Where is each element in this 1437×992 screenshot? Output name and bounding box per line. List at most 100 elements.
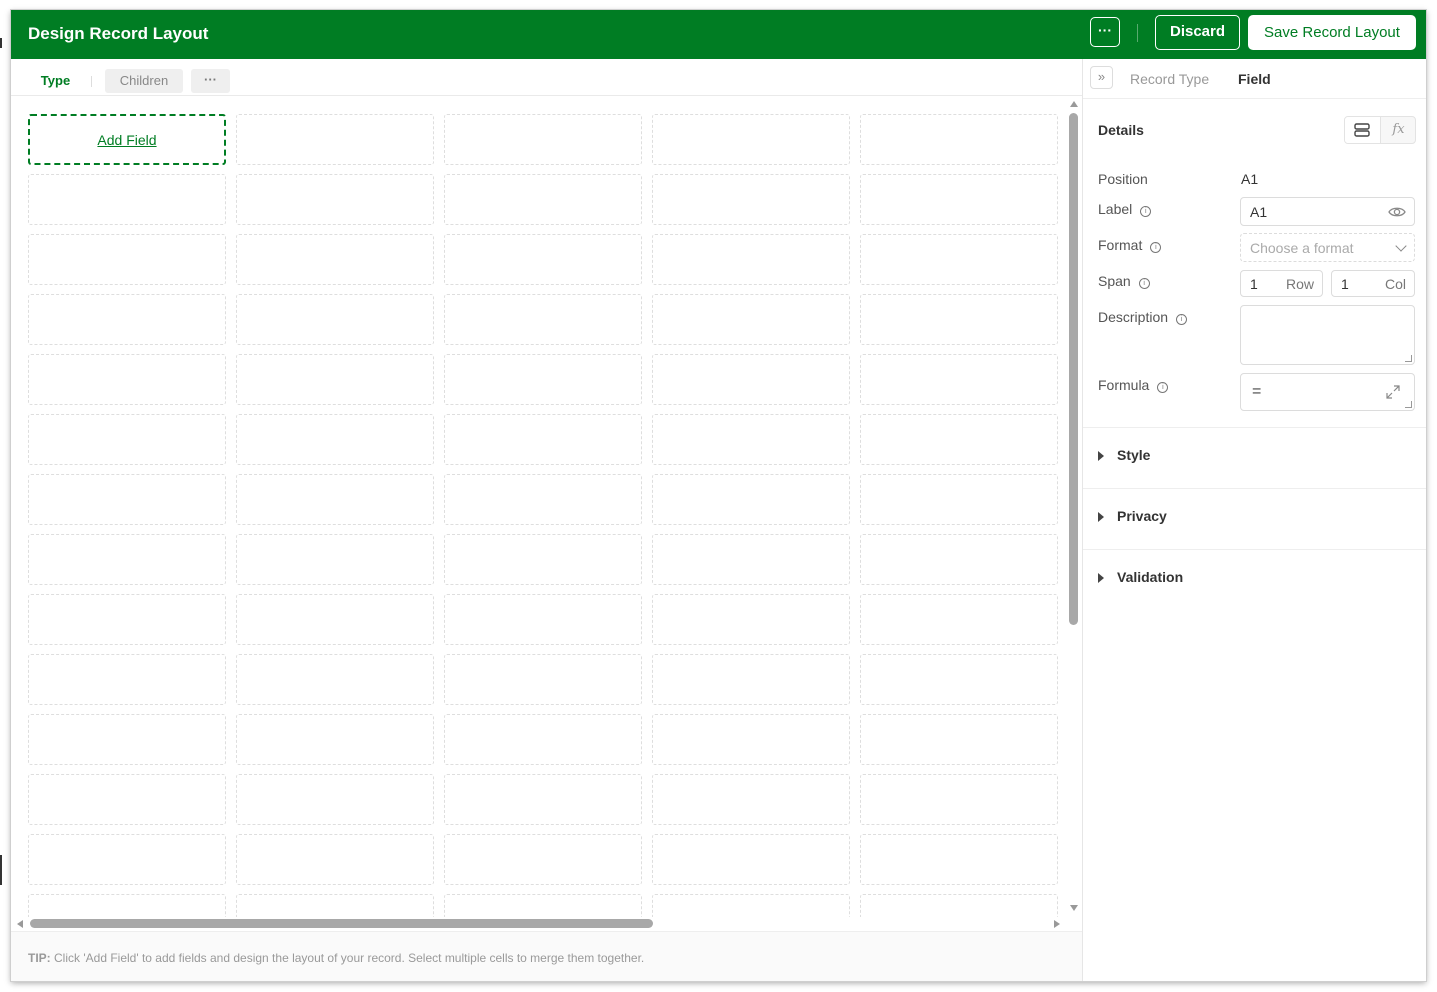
- grid-cell[interactable]: [28, 834, 226, 885]
- grid-cell[interactable]: [860, 354, 1058, 405]
- grid-cell[interactable]: [444, 714, 642, 765]
- breadcrumb-record-type[interactable]: Record Type: [1130, 71, 1209, 87]
- label-input[interactable]: A1: [1240, 197, 1415, 226]
- function-icon[interactable]: fx: [1381, 117, 1415, 143]
- grid-cell[interactable]: [444, 474, 642, 525]
- grid-cell[interactable]: [236, 774, 434, 825]
- scroll-up-arrow-icon[interactable]: [1070, 101, 1078, 107]
- grid-cell[interactable]: [860, 594, 1058, 645]
- grid-cell[interactable]: [28, 474, 226, 525]
- save-record-layout-button[interactable]: Save Record Layout: [1248, 15, 1416, 50]
- grid-cell[interactable]: [444, 114, 642, 165]
- rows-icon[interactable]: [1345, 117, 1381, 143]
- section-validation[interactable]: Validation: [1098, 569, 1418, 593]
- info-icon[interactable]: i: [1157, 382, 1169, 393]
- tab-more-button[interactable]: ···: [191, 69, 230, 93]
- vertical-scroll-thumb[interactable]: [1069, 113, 1078, 625]
- grid-cell[interactable]: [236, 894, 434, 917]
- grid-cell[interactable]: [652, 774, 850, 825]
- grid-cell[interactable]: [236, 534, 434, 585]
- add-field-link[interactable]: Add Field: [97, 132, 156, 148]
- grid-cell[interactable]: [236, 414, 434, 465]
- grid-cell[interactable]: [444, 594, 642, 645]
- grid-cell[interactable]: [860, 714, 1058, 765]
- scroll-down-arrow-icon[interactable]: [1070, 905, 1078, 911]
- grid-cell[interactable]: [236, 234, 434, 285]
- grid-cell[interactable]: [444, 414, 642, 465]
- tab-children[interactable]: Children: [105, 69, 183, 93]
- more-options-button[interactable]: ···: [1090, 17, 1120, 47]
- grid-cell[interactable]: [444, 174, 642, 225]
- grid-cell[interactable]: [28, 534, 226, 585]
- grid-cell[interactable]: [860, 834, 1058, 885]
- grid-cell[interactable]: [860, 474, 1058, 525]
- grid-cell[interactable]: [860, 774, 1058, 825]
- format-select[interactable]: Choose a format: [1240, 233, 1415, 262]
- section-privacy[interactable]: Privacy: [1098, 508, 1418, 532]
- grid-cell[interactable]: [652, 294, 850, 345]
- grid-cell[interactable]: [860, 234, 1058, 285]
- grid-cell[interactable]: [652, 654, 850, 705]
- grid-cell[interactable]: [652, 414, 850, 465]
- grid-cell[interactable]: [236, 594, 434, 645]
- info-icon[interactable]: i: [1138, 278, 1150, 289]
- add-field-cell[interactable]: Add Field: [28, 114, 226, 165]
- info-icon[interactable]: i: [1176, 314, 1188, 325]
- grid-cell[interactable]: [860, 894, 1058, 917]
- grid-cell[interactable]: [28, 354, 226, 405]
- grid-cell[interactable]: [652, 834, 850, 885]
- resize-handle-icon[interactable]: [1405, 401, 1412, 408]
- grid-cell[interactable]: [652, 114, 850, 165]
- grid-cell[interactable]: [28, 774, 226, 825]
- grid-cell[interactable]: [28, 234, 226, 285]
- section-style[interactable]: Style: [1098, 447, 1418, 471]
- tab-type[interactable]: Type: [28, 69, 83, 93]
- grid-cell[interactable]: [444, 894, 642, 917]
- grid-cell[interactable]: [236, 834, 434, 885]
- grid-cell[interactable]: [444, 294, 642, 345]
- grid-cell[interactable]: [652, 534, 850, 585]
- grid-cell[interactable]: [860, 534, 1058, 585]
- grid-cell[interactable]: [444, 534, 642, 585]
- grid-cell[interactable]: [652, 474, 850, 525]
- grid-cell[interactable]: [28, 414, 226, 465]
- grid-cell[interactable]: [860, 114, 1058, 165]
- discard-button[interactable]: Discard: [1155, 15, 1240, 50]
- grid-cell[interactable]: [860, 294, 1058, 345]
- grid-cell[interactable]: [444, 774, 642, 825]
- grid-cell[interactable]: [652, 894, 850, 917]
- grid-cell[interactable]: [236, 654, 434, 705]
- info-icon[interactable]: i: [1150, 242, 1162, 253]
- grid-cell[interactable]: [28, 294, 226, 345]
- collapse-panel-icon[interactable]: »: [1090, 66, 1113, 89]
- grid-cell[interactable]: [860, 654, 1058, 705]
- grid-cell[interactable]: [236, 474, 434, 525]
- grid-cell[interactable]: [236, 114, 434, 165]
- grid-cell[interactable]: [236, 174, 434, 225]
- grid-cell[interactable]: [652, 354, 850, 405]
- info-icon[interactable]: i: [1140, 206, 1152, 217]
- grid-cell[interactable]: [28, 594, 226, 645]
- grid-cell[interactable]: [652, 594, 850, 645]
- grid-cell[interactable]: [652, 234, 850, 285]
- eye-icon[interactable]: [1388, 204, 1406, 220]
- scroll-left-arrow-icon[interactable]: [17, 920, 23, 928]
- span-row-input[interactable]: 1 Row: [1240, 270, 1323, 297]
- grid-cell[interactable]: [236, 354, 434, 405]
- description-textarea[interactable]: [1240, 305, 1415, 365]
- resize-handle-icon[interactable]: [1405, 355, 1412, 362]
- expand-icon[interactable]: [1386, 385, 1400, 399]
- grid-cell[interactable]: [652, 714, 850, 765]
- grid-cell[interactable]: [860, 414, 1058, 465]
- grid-cell[interactable]: [444, 654, 642, 705]
- grid-cell[interactable]: [28, 714, 226, 765]
- grid-cell[interactable]: [444, 234, 642, 285]
- horizontal-scroll-thumb[interactable]: [30, 919, 653, 928]
- grid-cell[interactable]: [28, 894, 226, 917]
- breadcrumb-field[interactable]: Field: [1238, 71, 1271, 87]
- scroll-right-arrow-icon[interactable]: [1054, 920, 1060, 928]
- grid-cell[interactable]: [236, 294, 434, 345]
- grid-cell[interactable]: [444, 834, 642, 885]
- grid-cell[interactable]: [652, 174, 850, 225]
- formula-textarea[interactable]: =: [1240, 373, 1415, 411]
